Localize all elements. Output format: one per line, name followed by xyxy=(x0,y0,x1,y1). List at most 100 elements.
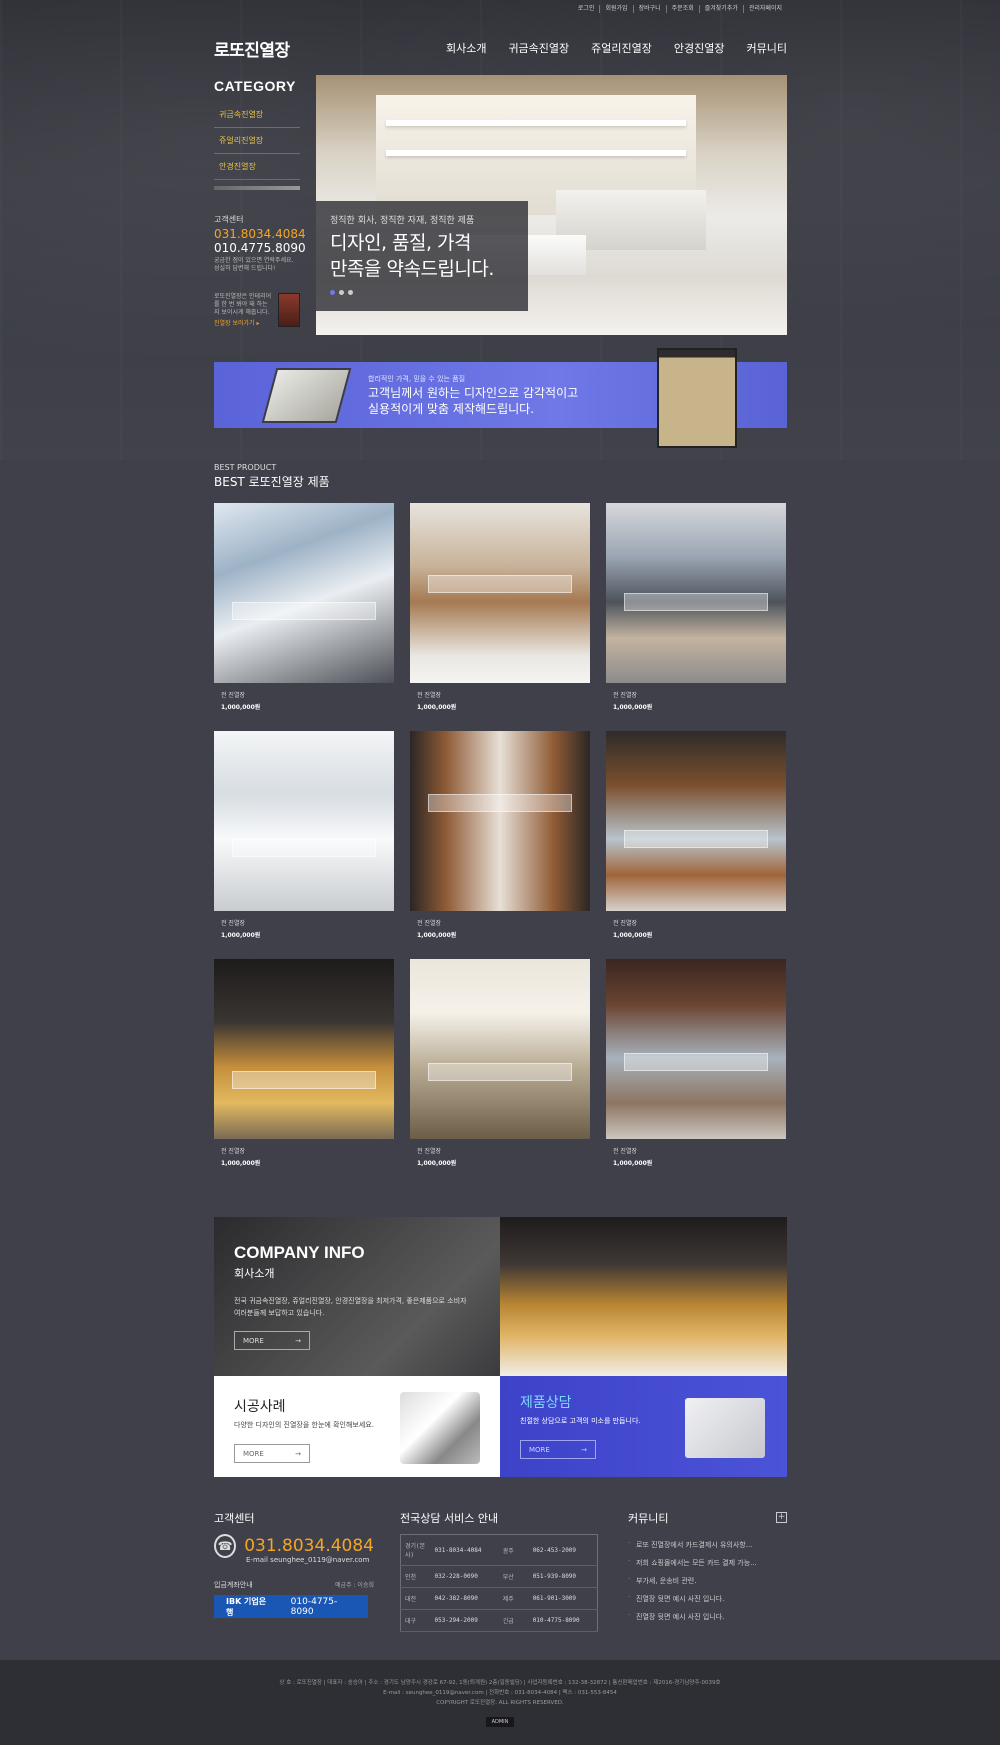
product-card[interactable]: 전 진열장 1,000,000원 xyxy=(214,731,394,959)
product-image[interactable] xyxy=(410,959,590,1139)
region-phone: 061-901-3009 xyxy=(528,1587,598,1610)
plus-icon[interactable]: + xyxy=(776,1512,787,1523)
product-name[interactable]: 전 진열장 xyxy=(606,918,786,927)
community-list: 로또 진열장에서 카드결제시 유의사항... 저희 쇼핑몰에서는 모든 카드 결… xyxy=(628,1536,787,1626)
util-login-link[interactable]: 로그인 xyxy=(573,5,600,13)
category-item-glasses[interactable]: 안경진열장 xyxy=(214,154,300,180)
product-name[interactable]: 전 진열장 xyxy=(214,690,394,699)
list-item[interactable]: 저희 쇼핑몰에서는 모든 카드 결제 가능... xyxy=(628,1554,787,1572)
product-name[interactable]: 전 진열장 xyxy=(410,1146,590,1155)
nav-jewelry[interactable]: 쥬얼리진열장 xyxy=(591,40,652,56)
product-name[interactable]: 전 진열장 xyxy=(410,918,590,927)
category-item-jewelry[interactable]: 쥬얼리진열장 xyxy=(214,128,300,154)
catalog-book-image[interactable] xyxy=(278,293,300,327)
product-image[interactable] xyxy=(606,731,786,911)
product-price: 1,000,000원 xyxy=(613,704,653,711)
util-nav: 로그인 회원가입 장바구니 주문조회 즐겨찾기추가 관리자페이지 xyxy=(573,5,787,13)
sidebar: CATEGORY 귀금속진열장 쥬얼리진열장 안경진열장 고객센터 031.80… xyxy=(214,78,306,328)
product-card[interactable]: 전 진열장 1,000,000원 xyxy=(410,959,590,1187)
main-nav: 회사소개 귀금속진열장 쥬얼리진열장 안경진열장 커뮤니티 xyxy=(446,40,787,56)
construction-cases-panel[interactable]: 시공사례 다양한 디자인의 진열장을 한눈에 확인해보세요. MORE → xyxy=(214,1376,500,1477)
util-join-link[interactable]: 회원가입 xyxy=(599,5,632,13)
best-product-title: BEST 로또진열장 제품 xyxy=(214,475,330,489)
region-phone: 042-382-8090 xyxy=(430,1587,499,1610)
product-image[interactable] xyxy=(410,731,590,911)
banner-subtitle: 합리적인 가격, 믿을 수 있는 품질 xyxy=(368,375,466,383)
util-cart-link[interactable]: 장바구니 xyxy=(632,5,666,13)
slider-dot[interactable] xyxy=(330,290,335,295)
arrow-right-icon: → xyxy=(295,1449,301,1458)
product-image[interactable] xyxy=(410,503,590,683)
product-image-detail xyxy=(232,1070,376,1089)
slider-dots xyxy=(330,290,514,295)
product-image[interactable] xyxy=(214,503,394,683)
company-info-title-ko: 회사소개 xyxy=(234,1267,275,1280)
nav-precious-metal[interactable]: 귀금속진열장 xyxy=(508,40,569,56)
hero-shelf xyxy=(386,150,686,156)
product-name[interactable]: 전 진열장 xyxy=(606,1146,786,1155)
cs-description: 궁금한 점이 있으면 연락주세요. 성실히 답변해 드립니다! xyxy=(214,257,294,272)
list-item[interactable]: 부가세, 운송비 관련. xyxy=(628,1572,787,1590)
footer-email: E-mail seunghee_0119@naver.com xyxy=(246,1556,370,1564)
product-image-detail xyxy=(232,602,376,620)
hero-shelf xyxy=(386,120,686,126)
region-name: 부산 xyxy=(498,1565,529,1588)
product-card[interactable]: 전 진열장 1,000,000원 xyxy=(606,731,786,959)
company-more-button[interactable]: MORE → xyxy=(234,1331,310,1350)
more-label: MORE xyxy=(529,1445,550,1454)
region-name: 경기(본사) xyxy=(400,1534,431,1566)
product-name[interactable]: 전 진열장 xyxy=(606,690,786,699)
product-image[interactable] xyxy=(214,731,394,911)
region-name: 광주 xyxy=(498,1534,529,1566)
admin-button[interactable]: ADMIN xyxy=(485,1717,515,1727)
account-holder: 예금주 : 이승희 xyxy=(335,1582,374,1589)
table-row: 인천 032-228-0090 부산 051-939-8090 xyxy=(400,1565,598,1588)
slider-dot[interactable] xyxy=(339,290,344,295)
product-card[interactable]: 전 진열장 1,000,000원 xyxy=(410,503,590,731)
consult-more-button[interactable]: MORE → xyxy=(520,1440,596,1459)
community-box: 커뮤니티 + 로또 진열장에서 카드결제시 유의사항... 저희 쇼핑몰에서는 … xyxy=(628,1510,787,1626)
site-logo[interactable]: 로또진열장 xyxy=(214,36,290,61)
category-list: 귀금속진열장 쥬얼리진열장 안경진열장 xyxy=(214,102,300,180)
category-item-precious-metal[interactable]: 귀금속진열장 xyxy=(214,102,300,128)
product-consult-panel[interactable]: 제품상담 친절한 상담으로 고객의 미소를 만듭니다. MORE → xyxy=(500,1376,787,1477)
slider-dot[interactable] xyxy=(348,290,353,295)
product-name[interactable]: 전 진열장 xyxy=(214,1146,394,1155)
footer-contact-info: E-mail : seunghee_0119@naver.com | 전화번호 … xyxy=(383,1690,617,1696)
bank-account-number: 010-4775-8090 xyxy=(290,1596,338,1617)
util-order-link[interactable]: 주문조회 xyxy=(665,5,699,13)
product-card[interactable]: 전 진열장 1,000,000원 xyxy=(606,959,786,1187)
product-card[interactable]: 전 진열장 1,000,000원 xyxy=(606,503,786,731)
nav-company[interactable]: 회사소개 xyxy=(446,40,486,56)
list-item[interactable]: 로또 진열장에서 카드결제시 유의사항... xyxy=(628,1536,787,1554)
product-image-detail xyxy=(428,1063,572,1082)
product-image-detail xyxy=(428,794,572,812)
product-grid: 전 진열장 1,000,000원 전 진열장 1,000,000원 전 진열장 … xyxy=(214,503,787,1187)
util-admin-link[interactable]: 관리자페이지 xyxy=(742,5,787,13)
nav-community[interactable]: 커뮤니티 xyxy=(747,40,787,56)
catalog-link[interactable]: 진열장 보러가기 ▸ xyxy=(214,320,272,328)
nav-glasses[interactable]: 안경진열장 xyxy=(674,40,725,56)
banner-stand-image xyxy=(657,348,737,448)
product-name[interactable]: 전 진열장 xyxy=(410,690,590,699)
product-image[interactable] xyxy=(606,503,786,683)
custom-order-banner[interactable]: 합리적인 가격, 믿을 수 있는 품질 고객님께서 원하는 디자인으로 감각적이… xyxy=(214,348,787,448)
list-item[interactable]: 진열장 뒷면 예시 사진 입니다. xyxy=(628,1608,787,1626)
product-image[interactable] xyxy=(606,959,786,1139)
footer-company-info: 상 호 : 로또진열장 | 대표자 : 송승아 | 주소 : 경기도 남양주시 … xyxy=(279,1680,721,1686)
cases-more-button[interactable]: MORE → xyxy=(234,1444,310,1463)
product-name[interactable]: 전 진열장 xyxy=(214,918,394,927)
bank-account-box: IBK 기업은행 010-4775-8090 xyxy=(214,1595,368,1618)
cs-phone-1: 031.8034.4084 xyxy=(214,227,306,241)
product-image[interactable] xyxy=(214,959,394,1139)
footer-phone-row: ☎ 031.8034.4084 xyxy=(214,1534,374,1558)
product-card[interactable]: 전 진열장 1,000,000원 xyxy=(410,731,590,959)
more-label: MORE xyxy=(243,1449,264,1458)
util-bookmark-link[interactable]: 즐겨찾기추가 xyxy=(698,5,743,13)
product-price: 1,000,000원 xyxy=(221,932,261,939)
more-label: MORE xyxy=(243,1336,264,1345)
product-card[interactable]: 전 진열장 1,000,000원 xyxy=(214,959,394,1187)
footer-phone: 031.8034.4084 xyxy=(244,1536,374,1556)
list-item[interactable]: 진열장 뒷면 예시 사진 입니다. xyxy=(628,1590,787,1608)
product-card[interactable]: 전 진열장 1,000,000원 xyxy=(214,503,394,731)
